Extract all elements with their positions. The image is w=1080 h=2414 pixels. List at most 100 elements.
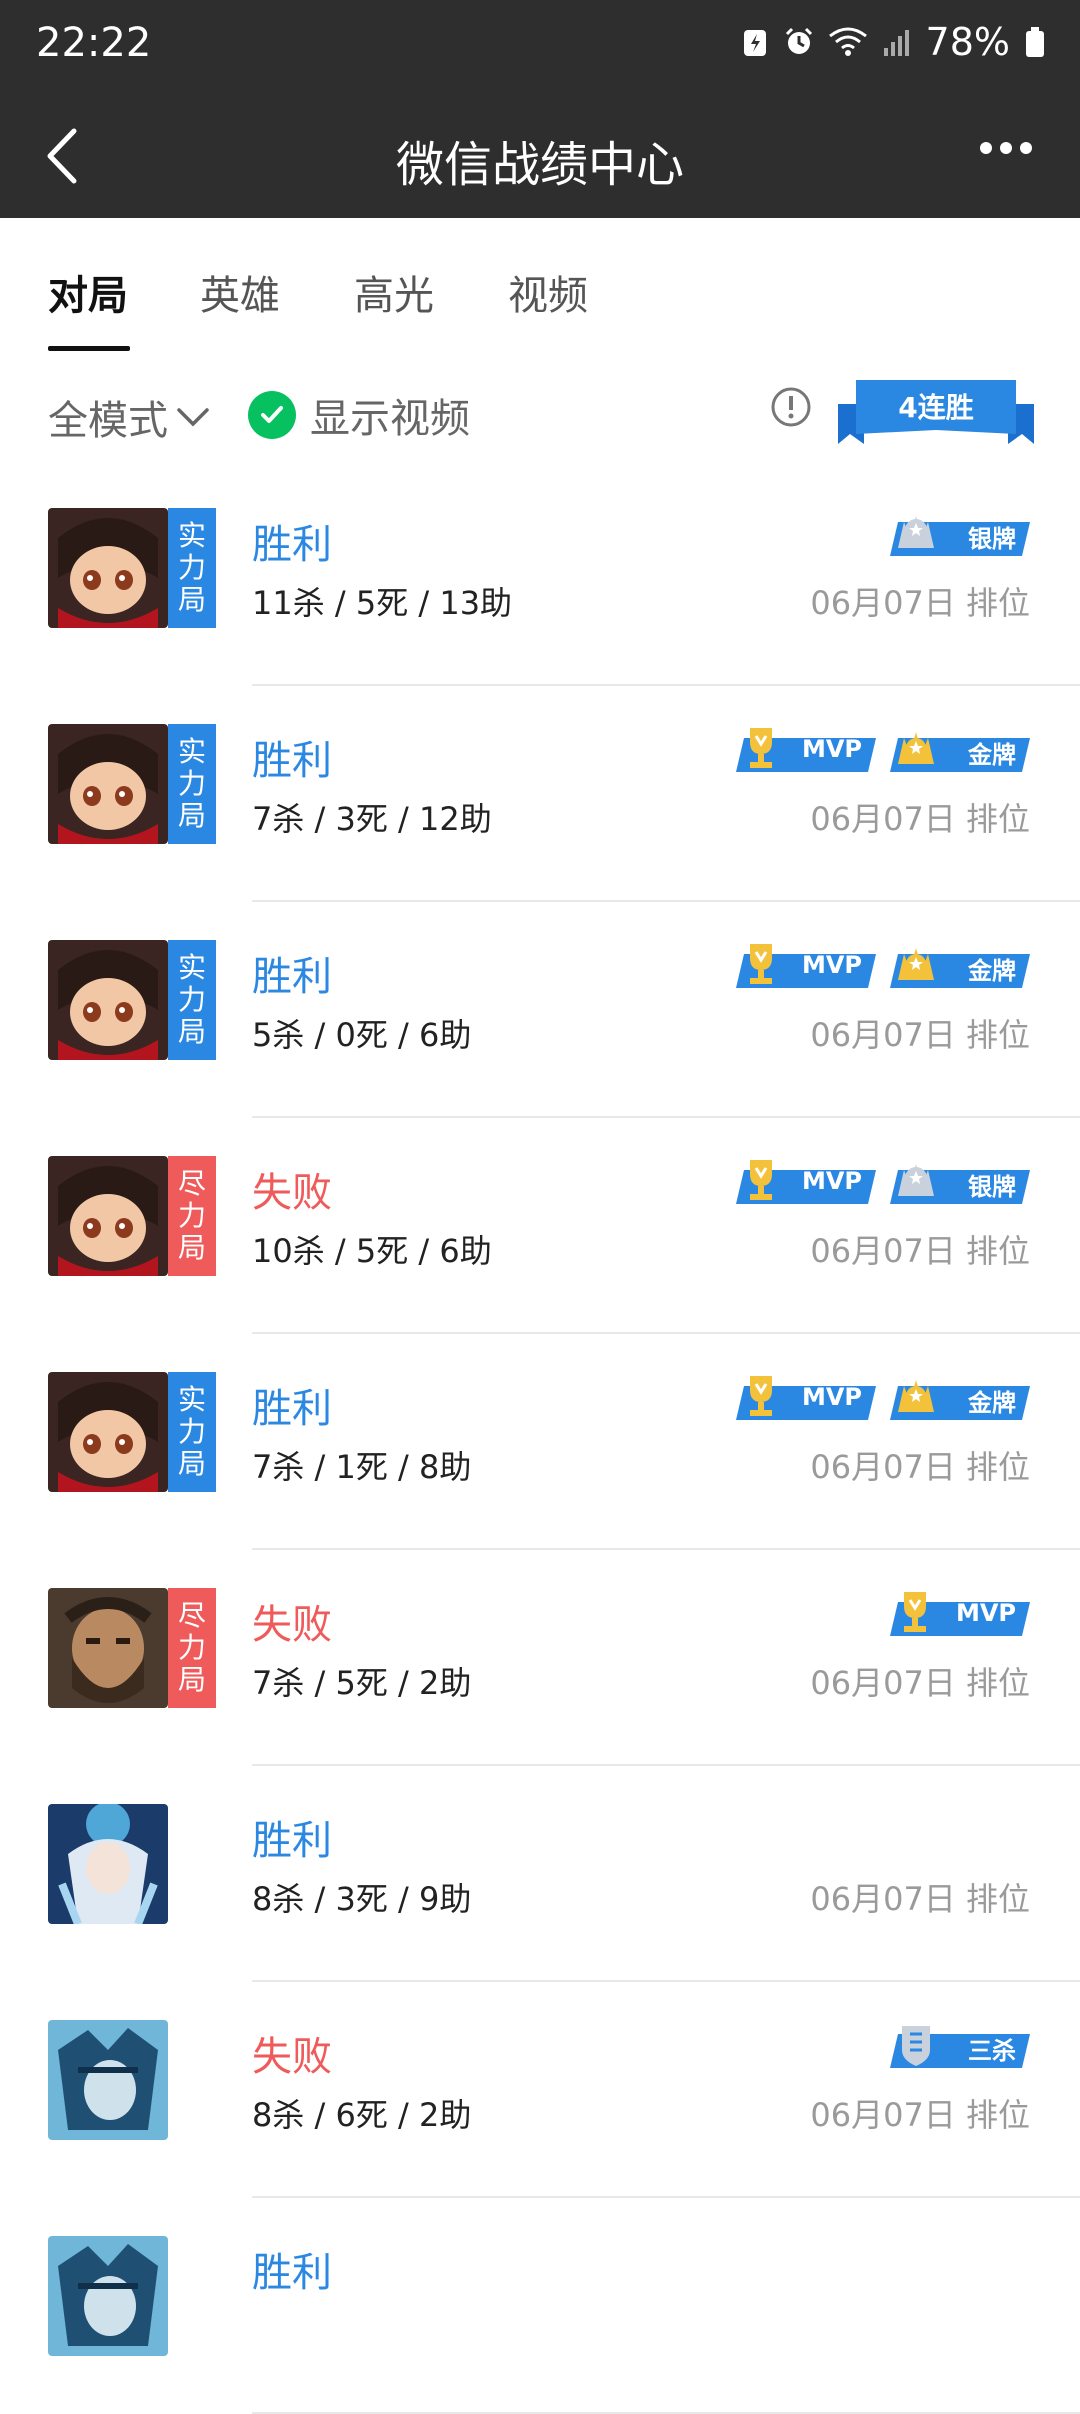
triple-kill-badge: 三杀 [890, 2020, 1030, 2068]
kda-stats: 8杀 / 6死 / 2助 [252, 2096, 472, 2134]
status-time: 22:22 [36, 20, 152, 66]
match-tag: 实力局 [168, 1372, 216, 1492]
match-row[interactable]: 实力局胜利 11杀 / 5死 / 13助 06月07日 排位 银牌 [0, 470, 1080, 686]
hero-avatar [48, 1804, 168, 1924]
match-row[interactable]: 胜利 8杀 / 3死 / 9助 06月07日 排位 [0, 1766, 1080, 1982]
hero-avatar [48, 1588, 168, 1708]
silver-medal-badge: 银牌 [890, 508, 1030, 556]
signal-icon [883, 30, 909, 56]
kda-stats: 5杀 / 0死 / 6助 [252, 1016, 472, 1054]
match-meta: 06月07日 排位 [810, 1010, 1030, 1056]
badge-label: 银牌 [968, 1173, 1016, 1201]
tab-heroes[interactable]: 英雄 [200, 263, 280, 321]
match-tag-char: 局 [177, 583, 206, 617]
more-options-icon[interactable] [978, 133, 1034, 163]
badge-label: MVP [801, 951, 862, 979]
match-date: 06月07日 [810, 1448, 956, 1486]
match-date: 06月07日 [810, 1664, 956, 1702]
kda-stats: 7杀 / 3死 / 12助 [252, 800, 492, 838]
badge-label: MVP [801, 735, 862, 763]
mvp-badge: MVP [736, 1372, 876, 1420]
match-result: 胜利 [252, 954, 332, 1000]
match-tag-char: 力 [177, 766, 206, 800]
filter-bar: 全模式 显示视频 4连胜 [0, 350, 1080, 470]
match-tag-char: 力 [177, 1414, 206, 1448]
badge-label: MVP [801, 1383, 862, 1411]
hero-avatar [48, 2020, 168, 2140]
badge-group: MVP 金牌 [736, 1372, 1030, 1420]
info-icon[interactable] [770, 386, 812, 428]
badge-group: MVP 金牌 [736, 724, 1030, 772]
kda-stats: 10杀 / 5死 / 6助 [252, 1232, 492, 1270]
match-tag-char: 局 [177, 1663, 206, 1697]
match-mode: 排位 [965, 1880, 1030, 1918]
hero-avatar [48, 724, 168, 844]
match-tag-char: 力 [177, 550, 206, 584]
battery-saver-icon [743, 30, 766, 56]
match-row[interactable]: 胜利 [0, 2198, 1080, 2414]
show-video-label: 显示视频 [310, 396, 470, 442]
silver-medal-badge: 银牌 [890, 1156, 1030, 1204]
hero-avatar [48, 2236, 168, 2356]
match-tag-char: 力 [177, 1630, 206, 1664]
badge-group: MVP [890, 1588, 1030, 1636]
match-row[interactable]: 实力局 胜利 5杀 / 0死 / 6助 06月07日 排位 MVP 金牌 [0, 902, 1080, 1118]
match-mode: 排位 [965, 1448, 1030, 1486]
badge-group: MVP 银牌 [736, 1156, 1030, 1204]
chevron-down-icon [177, 408, 209, 427]
match-row[interactable]: 实力局胜利 7杀 / 1死 / 8助 06月07日 排位 MVP 金牌 [0, 1334, 1080, 1550]
match-result: 失败 [252, 1602, 332, 1648]
badge-group: 三杀 [890, 2020, 1030, 2068]
nav-bar: 微信战绩中心 [0, 95, 1080, 218]
status-bar: 22:22 78% [0, 0, 1080, 95]
hero-avatar [48, 1156, 168, 1276]
badge-group: 银牌 [890, 508, 1030, 556]
badge-label: 银牌 [968, 525, 1016, 553]
badge-label: 金牌 [968, 957, 1016, 985]
match-mode: 排位 [965, 2096, 1030, 2134]
badge-label: 三杀 [968, 2037, 1016, 2065]
mode-dropdown[interactable]: 全模式 [48, 388, 210, 446]
match-date: 06月07日 [810, 800, 956, 838]
match-date: 06月07日 [810, 1232, 956, 1270]
match-tag-char: 局 [177, 1231, 206, 1265]
gold-medal-badge: 金牌 [890, 940, 1030, 988]
mvp-badge: MVP [890, 1588, 1030, 1636]
match-tag: 尽力局 [168, 1588, 216, 1708]
match-result: 胜利 [252, 1386, 332, 1432]
match-date: 06月07日 [810, 1016, 956, 1054]
match-row[interactable]: 实力局胜利 7杀 / 3死 / 12助 06月07日 排位 MVP 金牌 [0, 686, 1080, 902]
match-date: 06月07日 [810, 2096, 956, 2134]
match-result: 胜利 [252, 738, 332, 784]
match-tag-char: 尽 [177, 1166, 206, 1200]
match-result: 胜利 [252, 522, 332, 568]
match-meta: 06月07日 排位 [810, 1226, 1030, 1272]
match-tag: 实力局 [168, 508, 216, 628]
match-result: 失败 [252, 2034, 332, 2080]
kda-stats: 8杀 / 3死 / 9助 [252, 1880, 472, 1918]
kda-stats: 7杀 / 5死 / 2助 [252, 1664, 472, 1702]
tab-highlights[interactable]: 高光 [354, 263, 434, 321]
tab-videos[interactable]: 视频 [508, 263, 588, 321]
win-streak-banner: 4连胜 [838, 374, 1034, 452]
match-tag-char: 局 [177, 1015, 206, 1049]
mode-label: 全模式 [48, 398, 168, 444]
hero-avatar [48, 1372, 168, 1492]
page-title: 微信战绩中心 [395, 137, 684, 193]
match-row[interactable]: 失败 8杀 / 6死 / 2助 06月07日 排位 三杀 [0, 1982, 1080, 2198]
tab-matches[interactable]: 对局 [48, 263, 128, 321]
match-meta: 06月07日 排位 [810, 1658, 1030, 1704]
match-mode: 排位 [965, 584, 1030, 622]
match-row[interactable]: 尽力局失败 10杀 / 5死 / 6助 06月07日 排位 MVP 银牌 [0, 1118, 1080, 1334]
match-tag-char: 力 [177, 982, 206, 1016]
match-tag-char: 局 [177, 1447, 206, 1481]
badge-label: MVP [955, 1599, 1016, 1627]
battery-percent: 78% [925, 20, 1010, 64]
match-row[interactable]: 尽力局失败 7杀 / 5死 / 2助 06月07日 排位 MVP [0, 1550, 1080, 1766]
match-tag-char: 实 [177, 950, 206, 984]
match-mode: 排位 [965, 1664, 1030, 1702]
match-tag-char: 力 [177, 1198, 206, 1232]
show-video-toggle[interactable]: 显示视频 [248, 386, 470, 444]
match-date: 06月07日 [810, 1880, 956, 1918]
hero-avatar [48, 508, 168, 628]
